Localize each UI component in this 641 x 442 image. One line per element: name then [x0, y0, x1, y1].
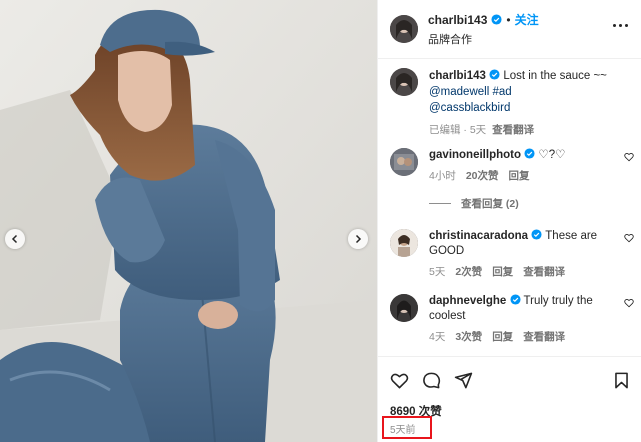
comment-item: gavinoneillphoto ♡?♡ 4小时 20次赞 回复 — [390, 148, 634, 184]
commenter-avatar[interactable] — [390, 148, 418, 176]
reply-button[interactable]: 回复 — [492, 265, 513, 280]
comment-time: 4天 — [429, 331, 446, 343]
paid-partnership-label[interactable]: 品牌合作 — [428, 31, 539, 47]
caption-edited-time: 已编辑 · 5天 — [429, 124, 487, 136]
comment-like-icon[interactable] — [624, 152, 634, 162]
bookmark-icon[interactable] — [612, 371, 631, 390]
see-translation-button[interactable]: 查看翻译 — [492, 122, 534, 138]
mention-link[interactable]: @madewell — [429, 86, 489, 98]
comment-item: christinacaradona These are GOOD 5天 2次赞 … — [390, 229, 634, 280]
verified-badge-icon — [489, 69, 500, 80]
post-caption: charlbi143 Lost in the sauce ~~ @madewel… — [390, 68, 634, 138]
comment-icon[interactable] — [422, 371, 441, 390]
post-actions: 8690 次赞 5天前 — [378, 356, 641, 442]
view-replies-label: 查看回复 (2) — [461, 198, 519, 210]
previous-image-button[interactable] — [5, 229, 25, 249]
comment-time: 5天 — [429, 266, 446, 278]
reply-button[interactable]: 回复 — [509, 169, 530, 184]
caption-author-avatar[interactable] — [390, 68, 418, 96]
comment-likes[interactable]: 2次赞 — [455, 265, 482, 280]
comment-username[interactable]: christinacaradona — [429, 230, 528, 242]
chevron-right-icon — [355, 234, 362, 244]
see-translation-button[interactable]: 查看翻译 — [523, 265, 565, 280]
caption-text: Lost in the sauce ~~ — [503, 70, 607, 82]
more-options-button[interactable] — [613, 24, 628, 27]
chevron-left-icon — [11, 234, 18, 244]
verified-badge-icon — [524, 148, 535, 159]
share-icon[interactable] — [454, 371, 473, 390]
verified-badge-icon — [491, 14, 502, 25]
author-avatar[interactable] — [390, 15, 418, 43]
mention-link[interactable]: @cassblackbird — [429, 102, 510, 114]
post-image — [0, 0, 377, 442]
verified-badge-icon — [531, 229, 542, 240]
post-header: charlbi143 • 关注 品牌合作 — [378, 0, 641, 59]
comment-likes[interactable]: 3次赞 — [455, 330, 482, 345]
commenter-avatar[interactable] — [390, 229, 418, 257]
hashtag-link[interactable]: #ad — [492, 86, 511, 98]
comment-text: ♡?♡ — [538, 149, 566, 161]
reply-button[interactable]: 回复 — [492, 330, 513, 345]
author-username[interactable]: charlbi143 — [428, 13, 487, 27]
heart-icon[interactable] — [390, 371, 409, 390]
comment-item: daphnevelghe Truly truly the coolest 4天 … — [390, 294, 634, 345]
commenter-avatar[interactable] — [390, 294, 418, 322]
separator: • — [506, 12, 511, 27]
comment-like-icon[interactable] — [624, 233, 634, 243]
comment-time: 4小时 — [429, 170, 456, 182]
comment-likes[interactable]: 20次赞 — [466, 169, 499, 184]
see-translation-button[interactable]: 查看翻译 — [523, 330, 565, 345]
verified-badge-icon — [509, 294, 521, 305]
more-horizontal-icon — [613, 24, 616, 27]
caption-username[interactable]: charlbi143 — [429, 70, 486, 82]
comment-username[interactable]: gavinoneillphoto — [429, 149, 521, 161]
follow-button[interactable]: 关注 — [515, 11, 539, 28]
post-photo[interactable] — [0, 0, 377, 442]
comment-username[interactable]: daphnevelghe — [429, 295, 506, 307]
highlight-box — [382, 416, 432, 439]
next-image-button[interactable] — [348, 229, 368, 249]
post-side-panel: charlbi143 • 关注 品牌合作 charlbi143 Lost in … — [377, 0, 641, 442]
comment-like-icon[interactable] — [624, 298, 634, 308]
divider — [429, 203, 451, 204]
view-replies-button[interactable]: 查看回复 (2) — [429, 196, 519, 211]
